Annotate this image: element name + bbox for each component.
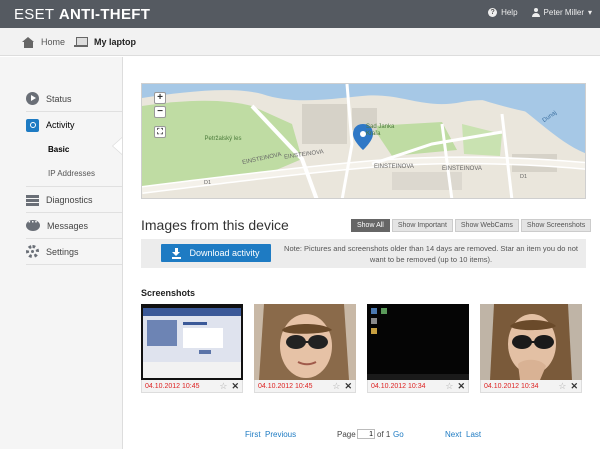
thumbnail-timestamp: 04.10.2012 10:34 — [371, 382, 426, 390]
fullscreen-icon[interactable]: ⛶ — [154, 126, 166, 138]
delete-icon[interactable]: ✕ — [457, 381, 465, 392]
webcam-thumbnail[interactable] — [480, 304, 582, 380]
breadcrumb-device-label: My laptop — [94, 37, 136, 47]
sidebar-subitem-label: Basic — [48, 144, 70, 154]
help-link[interactable]: ? Help — [488, 8, 518, 17]
download-activity-label: Download activity — [189, 248, 260, 258]
location-map[interactable]: EINSTEINOVA EINSTEINOVA EINSTEINOVA EINS… — [141, 83, 586, 199]
filter-show-screenshots[interactable]: Show Screenshots — [520, 219, 592, 232]
help-label: Help — [501, 8, 518, 17]
user-menu[interactable]: Peter Miller ▾ — [531, 8, 592, 17]
camera-icon — [26, 118, 39, 132]
gallery-item: 04.10.2012 10:45 ☆ ✕ — [254, 304, 356, 393]
star-icon[interactable]: ☆ — [558, 381, 566, 392]
sidebar-item-status[interactable]: Status — [26, 86, 122, 112]
screenshot-thumbnail[interactable] — [141, 304, 243, 380]
screenshot-gallery: 04.10.2012 10:45 ☆ ✕ 04.10.2012 10:45 ☆ … — [141, 304, 586, 394]
filter-show-important[interactable]: Show Important — [391, 219, 453, 232]
help-icon: ? — [488, 8, 498, 17]
gear-icon — [26, 245, 39, 258]
download-icon — [172, 248, 182, 259]
pager-page-label: Page — [337, 430, 356, 439]
sidebar-item-label: Settings — [46, 246, 79, 257]
thumbnail-timestamp: 04.10.2012 10:45 — [145, 382, 200, 390]
sidebar-subitem-basic[interactable]: Basic — [26, 138, 122, 160]
filter-show-webcams[interactable]: Show WebCams — [454, 219, 519, 232]
sidebar-item-label: Diagnostics — [46, 194, 93, 205]
sidebar-item-label: Status — [46, 93, 72, 104]
thumbnail-timestamp: 04.10.2012 10:45 — [258, 382, 313, 390]
pager-go[interactable]: Go — [393, 430, 404, 439]
download-activity-button[interactable]: Download activity — [161, 244, 271, 262]
app-logo[interactable]: ESET ANTI-THEFT — [14, 6, 150, 23]
delete-icon[interactable]: ✕ — [231, 381, 239, 392]
top-bar: ESET ANTI-THEFT ? Help Peter Miller ▾ — [0, 0, 600, 28]
sidebar-item-messages[interactable]: Messages — [26, 213, 122, 239]
breadcrumb-home[interactable]: Home — [22, 28, 65, 56]
map-label-street: EINSTEINOVA — [374, 164, 414, 170]
chevron-down-icon: ▾ — [587, 8, 592, 17]
page-number-input[interactable] — [357, 429, 375, 439]
zoom-out-button[interactable]: − — [154, 106, 166, 118]
image-filters: Show All Show Important Show WebCams Sho… — [351, 219, 592, 232]
sidebar-item-label: Activity — [46, 120, 75, 130]
pagination: First Previous Page of 1 Go Next Last — [141, 429, 586, 442]
map-label-road: D1 — [520, 174, 528, 180]
webcam-thumbnail[interactable] — [254, 304, 356, 380]
screenshot-thumbnail[interactable] — [367, 304, 469, 380]
pager-next[interactable]: Next — [445, 430, 461, 439]
map-label-street: EINSTEINOVA — [442, 166, 482, 172]
filter-show-all[interactable]: Show All — [351, 219, 390, 232]
pager-last[interactable]: Last — [466, 430, 481, 439]
thumbnail-timestamp: 04.10.2012 10:34 — [484, 382, 539, 390]
screenshots-heading: Screenshots — [141, 288, 196, 298]
gallery-item: 04.10.2012 10:34 ☆ ✕ — [367, 304, 469, 393]
breadcrumb-device[interactable]: My laptop — [74, 28, 136, 56]
download-notice-bar: Download activity Note: Pictures and scr… — [141, 239, 586, 268]
zoom-in-button[interactable]: + — [154, 92, 166, 104]
sidebar-subitem-label: IP Addresses — [48, 168, 95, 178]
gallery-item: 04.10.2012 10:34 ☆ ✕ — [480, 304, 582, 393]
user-name: Peter Miller — [543, 8, 584, 17]
sidebar-item-settings[interactable]: Settings — [26, 239, 122, 265]
map-label-place: Sad Janka Kráľa — [366, 124, 395, 137]
star-icon[interactable]: ☆ — [445, 381, 453, 392]
speech-bubble-icon — [26, 217, 40, 231]
active-caret — [113, 138, 122, 154]
star-icon[interactable]: ☆ — [219, 381, 227, 392]
breadcrumb-home-label: Home — [41, 37, 66, 47]
delete-icon[interactable]: ✕ — [570, 381, 578, 392]
delete-icon[interactable]: ✕ — [344, 381, 352, 392]
logo-anti-theft: ANTI-THEFT — [58, 6, 151, 23]
laptop-icon — [74, 36, 88, 48]
home-icon — [22, 36, 35, 48]
pager-first[interactable]: First — [245, 430, 261, 439]
sidebar-subitem-ip-addresses[interactable]: IP Addresses — [26, 160, 122, 187]
map-label-park: Petržalský les — [204, 136, 242, 142]
star-icon[interactable]: ☆ — [332, 381, 340, 392]
breadcrumb: Home My laptop — [0, 28, 600, 56]
retention-notice: Note: Pictures and screenshots older tha… — [284, 244, 578, 264]
gallery-item: 04.10.2012 10:45 ☆ ✕ — [141, 304, 243, 393]
logo-eset: ESET — [14, 6, 55, 23]
pager-of-label: of 1 — [377, 430, 391, 439]
play-icon — [26, 92, 39, 105]
map-label-road: D1 — [204, 180, 212, 186]
pager-previous[interactable]: Previous — [265, 430, 296, 439]
sidebar-item-diagnostics[interactable]: Diagnostics — [26, 187, 122, 213]
list-icon — [26, 193, 39, 206]
sidebar-item-activity[interactable]: Activity — [26, 112, 122, 138]
images-title: Images from this device — [141, 217, 289, 233]
sidebar: Status Activity Basic IP Addresses Diagn… — [0, 57, 123, 449]
user-icon — [531, 8, 540, 17]
sidebar-item-label: Messages — [47, 220, 89, 231]
